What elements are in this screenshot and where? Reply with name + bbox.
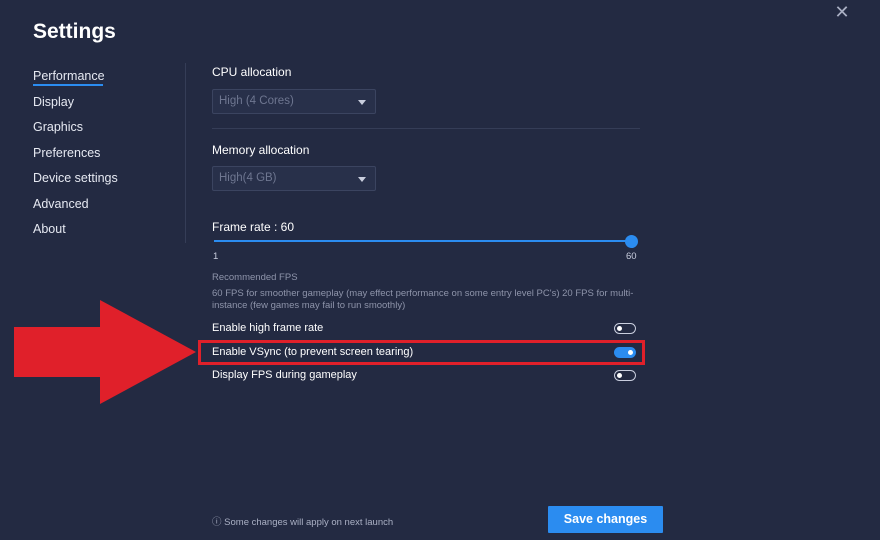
- sidebar-divider: [185, 63, 186, 243]
- recommended-fps-description: 60 FPS for smoother gameplay (may effect…: [212, 288, 634, 311]
- cpu-allocation-label: CPU allocation: [212, 65, 292, 79]
- section-divider: [212, 128, 640, 129]
- sidebar-item-advanced[interactable]: Advanced: [33, 196, 173, 222]
- sidebar-item-performance[interactable]: Performance: [33, 68, 173, 94]
- sidebar-nav: Performance Display Graphics Preferences…: [33, 68, 173, 247]
- sidebar-item-device-settings[interactable]: Device settings: [33, 170, 173, 196]
- recommended-fps-title: Recommended FPS: [212, 272, 298, 283]
- save-changes-button[interactable]: Save changes: [548, 506, 663, 533]
- vsync-highlight-box: [198, 340, 645, 365]
- frame-rate-max: 60: [626, 251, 637, 262]
- sidebar-item-preferences[interactable]: Preferences: [33, 145, 173, 171]
- high-frame-rate-label: Enable high frame rate: [212, 322, 324, 334]
- high-frame-rate-toggle[interactable]: [614, 323, 636, 334]
- footer-note-text: Some changes will apply on next launch: [224, 517, 394, 528]
- toggle-knob: [617, 326, 622, 331]
- display-fps-toggle[interactable]: [614, 370, 636, 381]
- sidebar-item-display[interactable]: Display: [33, 94, 173, 120]
- frame-rate-slider-handle[interactable]: [625, 235, 638, 248]
- chevron-down-icon: [358, 100, 366, 105]
- close-button[interactable]: ✕: [832, 2, 852, 22]
- red-arrow-icon: [14, 300, 196, 404]
- memory-allocation-value: High(4 GB): [219, 172, 277, 184]
- frame-rate-label: Frame rate : 60: [212, 220, 295, 234]
- frame-rate-slider-track[interactable]: [214, 240, 632, 242]
- chevron-down-icon: [358, 177, 366, 182]
- info-icon: ⓘ: [212, 517, 222, 528]
- frame-rate-min: 1: [213, 251, 219, 262]
- memory-allocation-select[interactable]: High(4 GB): [212, 166, 376, 191]
- page-title: Settings: [33, 20, 116, 43]
- sidebar-item-about[interactable]: About: [33, 221, 173, 247]
- display-fps-label: Display FPS during gameplay: [212, 369, 357, 381]
- toggle-knob: [617, 373, 622, 378]
- cpu-allocation-value: High (4 Cores): [219, 95, 294, 107]
- memory-allocation-label: Memory allocation: [212, 143, 310, 157]
- cpu-allocation-select[interactable]: High (4 Cores): [212, 89, 376, 114]
- sidebar-item-graphics[interactable]: Graphics: [33, 119, 173, 145]
- footer-note: ⓘ Some changes will apply on next launch: [212, 514, 393, 528]
- close-icon: ✕: [834, 2, 850, 22]
